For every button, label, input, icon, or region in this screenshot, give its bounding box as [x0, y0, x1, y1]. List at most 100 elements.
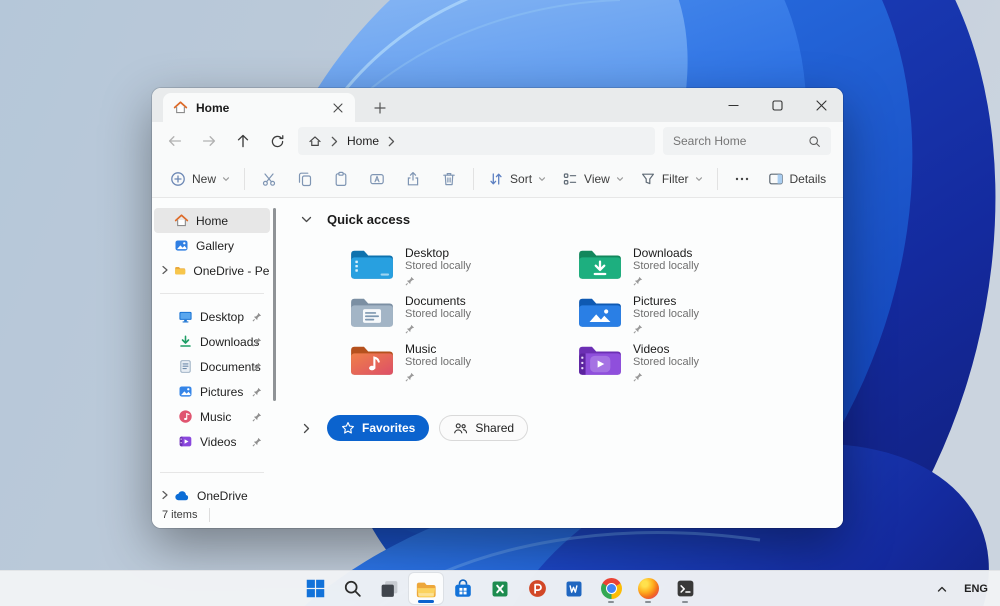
- tab-close-button[interactable]: [327, 97, 349, 119]
- tile-subtitle: Stored locally: [633, 260, 700, 272]
- sidebar-item-documents[interactable]: Documents: [154, 354, 270, 379]
- section-expand-button[interactable]: [299, 423, 313, 434]
- pin-icon: [633, 372, 643, 382]
- sidebar-item-onedrive[interactable]: OneDrive: [154, 483, 270, 508]
- filter-label: Filter: [661, 171, 689, 186]
- tile-downloads[interactable]: Downloads Stored locally: [577, 245, 805, 293]
- view-button[interactable]: View: [554, 164, 632, 194]
- ellipsis-icon: [735, 177, 748, 180]
- tile-pictures[interactable]: Pictures Stored locally: [577, 293, 805, 341]
- minimize-button[interactable]: [711, 88, 755, 122]
- task-view-button[interactable]: [372, 573, 406, 604]
- chrome-button[interactable]: [594, 573, 628, 604]
- tile-documents[interactable]: Documents Stored locally: [349, 293, 577, 341]
- details-button[interactable]: Details: [760, 164, 835, 194]
- toolbar-divider: [716, 167, 718, 190]
- nav-forward-button[interactable]: [192, 126, 226, 156]
- sidebar-item-label: Home: [196, 213, 229, 228]
- quick-access-collapse-button[interactable]: [299, 214, 313, 225]
- file-explorer-button[interactable]: [409, 573, 443, 604]
- home-icon: [174, 214, 189, 227]
- taskbar-icons: [298, 571, 702, 606]
- sidebar-item-label: Desktop: [200, 309, 245, 324]
- microsoft-store-button[interactable]: [446, 573, 480, 604]
- sidebar-item-desktop[interactable]: Desktop: [154, 304, 270, 329]
- tray-expand-button[interactable]: [936, 584, 948, 594]
- excel-icon: [492, 581, 508, 596]
- filter-button[interactable]: Filter: [632, 164, 711, 194]
- running-indicator: [682, 600, 688, 603]
- start-button[interactable]: [298, 573, 332, 604]
- folder-desktop-icon: [351, 250, 393, 279]
- file-explorer-icon: [416, 582, 436, 597]
- sidebar-item-label: Videos: [200, 434, 237, 449]
- command-toolbar: New Sort View Filter Details: [152, 160, 843, 198]
- shared-button[interactable]: Shared: [439, 415, 529, 441]
- sidebar-item-home[interactable]: Home: [154, 208, 270, 233]
- tile-name: Desktop: [405, 246, 450, 260]
- terminal-button[interactable]: [668, 573, 702, 604]
- tile-name: Documents: [405, 294, 466, 308]
- chevron-right-icon[interactable]: [160, 265, 170, 275]
- tile-desktop[interactable]: Desktop Stored locally: [349, 245, 577, 293]
- microsoft-store-icon: [455, 578, 471, 597]
- powerpoint-icon: [528, 580, 546, 597]
- copy-button[interactable]: [287, 164, 323, 194]
- tile-music[interactable]: Music Stored locally: [349, 341, 577, 389]
- desktop: Home Home Search Home New Sort View Filt…: [0, 0, 1000, 606]
- sort-button[interactable]: Sort: [480, 164, 554, 194]
- firefox-button[interactable]: [631, 573, 665, 604]
- new-tab-button[interactable]: [365, 94, 395, 122]
- refresh-icon: [271, 134, 283, 147]
- rename-button[interactable]: [359, 164, 395, 194]
- running-indicator: [608, 600, 614, 603]
- sidebar-item-gallery[interactable]: Gallery: [154, 233, 270, 258]
- excel-button[interactable]: [483, 573, 517, 604]
- favorites-button[interactable]: Favorites: [327, 415, 430, 441]
- language-indicator[interactable]: ENG: [964, 583, 988, 595]
- sidebar-item-onedrive-personal[interactable]: OneDrive - Perso: [154, 258, 270, 283]
- powerpoint-button[interactable]: [520, 573, 554, 604]
- share-button[interactable]: [395, 164, 431, 194]
- tile-subtitle: Stored locally: [633, 308, 700, 320]
- pin-icon: [252, 362, 262, 372]
- breadcrumb-item-home[interactable]: Home: [347, 134, 379, 148]
- firefox-icon: [637, 578, 659, 599]
- tile-videos[interactable]: Videos Stored locally: [577, 341, 805, 389]
- word-button[interactable]: [557, 573, 591, 604]
- breadcrumb-chevron-icon: [331, 136, 338, 146]
- sidebar-item-label: Gallery: [196, 238, 235, 253]
- tile-subtitle: Stored locally: [633, 356, 700, 368]
- folder-downloads-icon: [579, 250, 621, 279]
- paste-button[interactable]: [323, 164, 359, 194]
- more-options-button[interactable]: [724, 164, 760, 194]
- taskbar-search-button[interactable]: [335, 573, 369, 604]
- cut-button[interactable]: [251, 164, 287, 194]
- search-placeholder: Search Home: [673, 134, 747, 148]
- chevron-right-icon[interactable]: [160, 490, 170, 500]
- maximize-button[interactable]: [755, 88, 799, 122]
- pin-icon: [405, 324, 415, 334]
- shared-label: Shared: [475, 421, 515, 435]
- breadcrumb-home-icon[interactable]: [308, 134, 322, 148]
- nav-up-button[interactable]: [226, 126, 260, 156]
- sidebar-item-downloads[interactable]: Downloads: [154, 329, 270, 354]
- tile-text: Videos Stored locally: [633, 341, 699, 387]
- new-button[interactable]: New: [162, 164, 238, 194]
- nav-back-button[interactable]: [158, 126, 192, 156]
- tile-name: Downloads: [633, 246, 693, 260]
- sidebar-item-music[interactable]: Music: [154, 404, 270, 429]
- breadcrumb-chevron-icon[interactable]: [388, 136, 395, 147]
- sidebar-item-videos[interactable]: Videos: [154, 429, 270, 454]
- favorites-label: Favorites: [362, 421, 416, 435]
- sidebar-scrollbar: [272, 198, 277, 502]
- scrollbar-thumb[interactable]: [273, 208, 276, 401]
- close-window-button[interactable]: [799, 88, 843, 122]
- search-input[interactable]: Search Home: [663, 127, 831, 155]
- delete-button[interactable]: [431, 164, 467, 194]
- nav-refresh-button[interactable]: [260, 126, 294, 156]
- address-bar[interactable]: Home: [298, 127, 655, 155]
- tab-home[interactable]: Home: [163, 93, 355, 122]
- details-panel-icon: [768, 173, 783, 184]
- sidebar-item-pictures[interactable]: Pictures: [154, 379, 270, 404]
